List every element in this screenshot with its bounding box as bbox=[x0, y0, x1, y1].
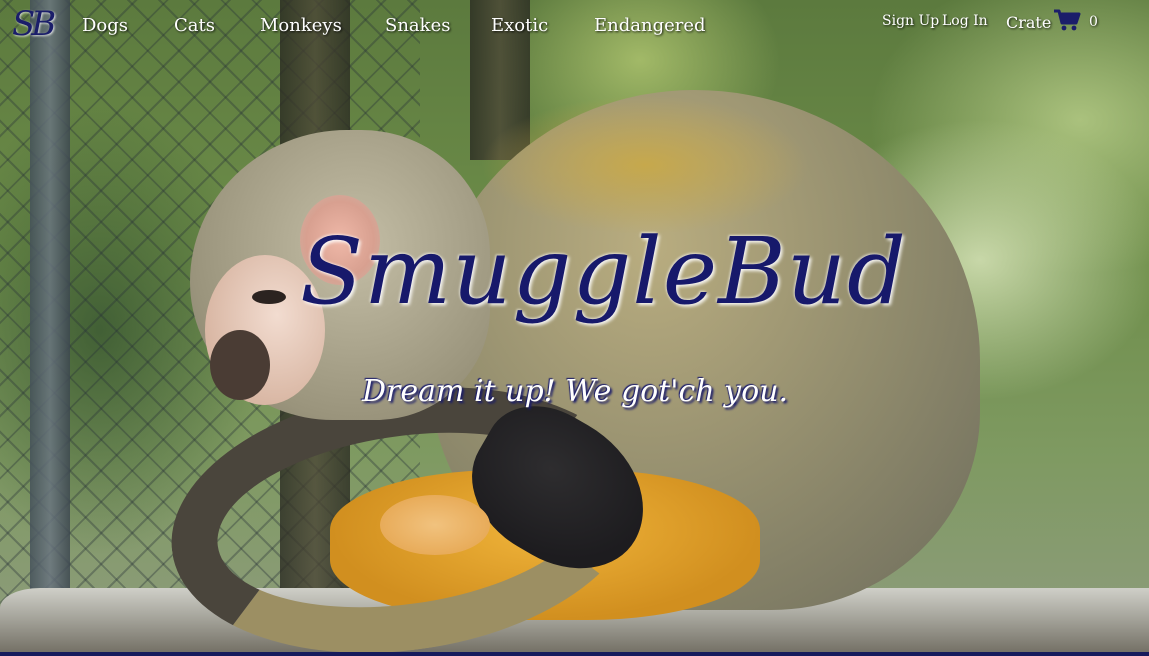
hero-title: SmuggleBud bbox=[300, 218, 907, 325]
top-navigation: SB Dogs Cats Monkeys Snakes Exotic Endan… bbox=[0, 0, 1149, 50]
sign-up-link[interactable]: Sign Up bbox=[882, 13, 939, 29]
nav-link-endangered[interactable]: Endangered bbox=[594, 15, 706, 36]
monkey-muzzle bbox=[210, 330, 270, 400]
monkey-back bbox=[480, 95, 810, 235]
logo[interactable]: SB bbox=[12, 4, 56, 44]
shopping-cart-icon[interactable] bbox=[1053, 8, 1081, 32]
nav-link-snakes[interactable]: Snakes bbox=[385, 15, 450, 36]
bottom-border bbox=[0, 652, 1149, 656]
nav-link-cats[interactable]: Cats bbox=[174, 15, 215, 36]
crate-link[interactable]: Crate bbox=[1006, 13, 1051, 32]
nav-link-dogs[interactable]: Dogs bbox=[82, 15, 128, 36]
fence-post bbox=[30, 0, 70, 620]
nav-link-monkeys[interactable]: Monkeys bbox=[260, 15, 342, 36]
log-in-link[interactable]: Log In bbox=[942, 13, 988, 29]
hero-tagline: Dream it up! We got'ch you. bbox=[361, 374, 789, 409]
hero-background-image bbox=[0, 0, 1149, 656]
monkey-hand bbox=[380, 495, 490, 555]
nav-link-exotic[interactable]: Exotic bbox=[491, 15, 548, 36]
monkey-eye bbox=[252, 290, 286, 304]
cart-count-badge: 0 bbox=[1089, 14, 1098, 30]
